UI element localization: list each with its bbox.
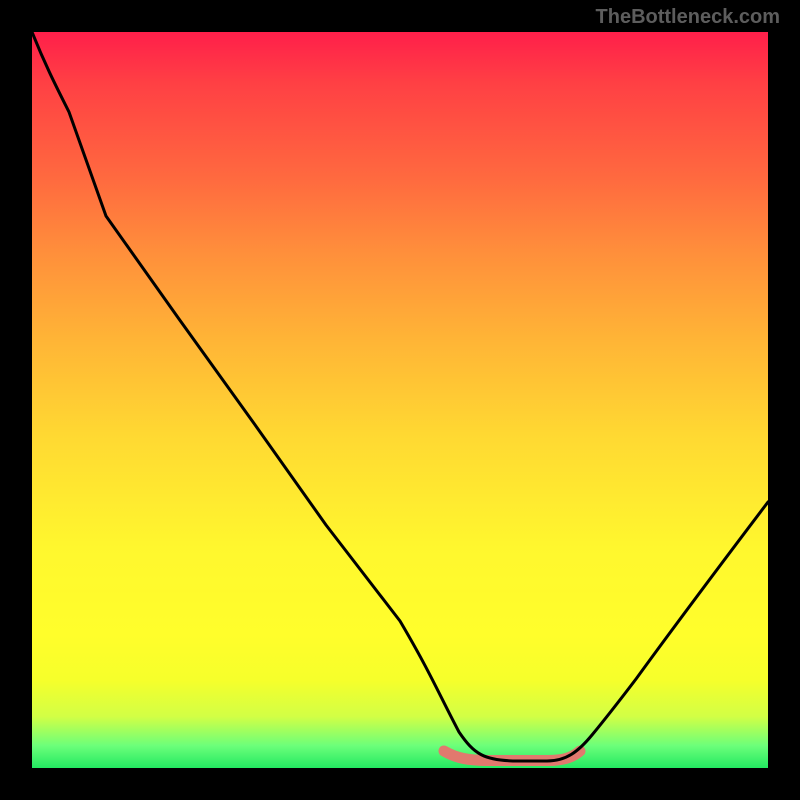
watermark: TheBottleneck.com — [596, 6, 780, 29]
chart-svg — [32, 32, 768, 768]
curve-line — [32, 32, 768, 761]
plot-area — [32, 32, 768, 768]
